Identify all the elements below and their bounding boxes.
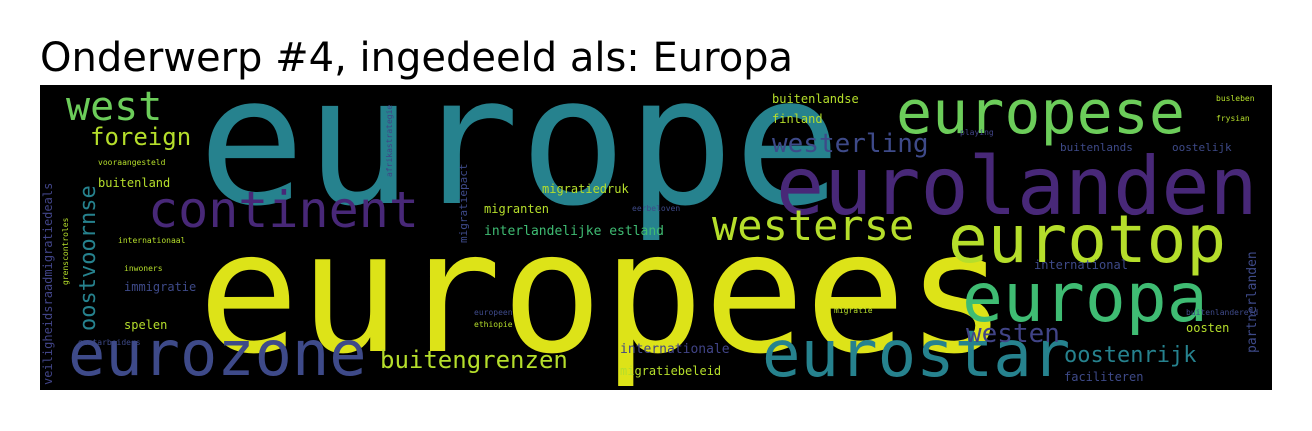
chart-title: Onderwerp #4, ingedeeld als: Europa [40,35,794,81]
word-foreign: foreign [90,123,192,151]
word-europese: europese [896,85,1185,148]
word-westerling: westerling [772,129,929,159]
word-buitenlandereld: buitenlandereld [1186,308,1259,317]
word-busleben: busleben [1216,94,1255,103]
word-grenscontroles: grenscontroles [61,217,70,285]
word-oosten: oosten [1186,321,1230,335]
word-buitengrenzen: buitengrenzen [380,346,568,374]
word-oostelijk: oostelijk [1172,141,1232,154]
word-continent: continent [148,181,419,239]
word-gastarbeiders: gastarbeiders [78,338,141,347]
word-immigratie: immigratie [124,280,197,294]
word-veiligheidsraadmigratiedeals: veiligheidsraadmigratiedeals [41,182,55,385]
word-buitenlandse: buitenlandse [772,92,859,106]
word-westen: westen [966,319,1060,349]
word-eurozone: eurozone [68,317,367,390]
word-frysian: frysian [1216,114,1250,123]
word-westerse: westerse [712,201,915,250]
word-migranten: migranten [484,202,550,216]
word-internationaal: internationaal [118,236,186,245]
word-migratie: migratie [834,306,873,315]
word-buitenland: buitenland [98,176,171,190]
word-migratiepact: migratiepact [457,163,470,243]
word-europeen: europeen [474,308,513,317]
word-west: west [66,85,163,130]
word-ethiopie: ethiopie [474,320,513,329]
word-buitenlands: buitenlands [1060,141,1133,154]
word-international: international [1034,258,1128,272]
word-spelen: spelen [124,318,168,332]
word-vooraangesteld: vooraangesteld [98,158,166,167]
word-finland: finland [772,112,823,126]
word-afrikastrategie: afrikastrategie [385,104,394,177]
word-faciliteren: faciliteren [1064,370,1144,384]
word-migratiedruk: migratiedruk [542,182,629,196]
word-internationale: internationale [620,342,730,357]
word-interlandelijke-estland: interlandelijke estland [484,224,665,239]
word-inwoners: inwoners [124,264,163,273]
word-oostenrijk: oostenrijk [1064,343,1197,368]
word-partnerlanden: partnerlanden [1245,251,1260,353]
word-eerbeloven: eerbeloven [632,204,681,213]
word-playing: playing [960,128,994,137]
word-cloud: europe europees eurolanden europese euro… [40,85,1272,390]
word-oostvoornse: oostvoornse [76,185,101,331]
word-migratiebeleid: migratiebeleid [620,364,722,378]
